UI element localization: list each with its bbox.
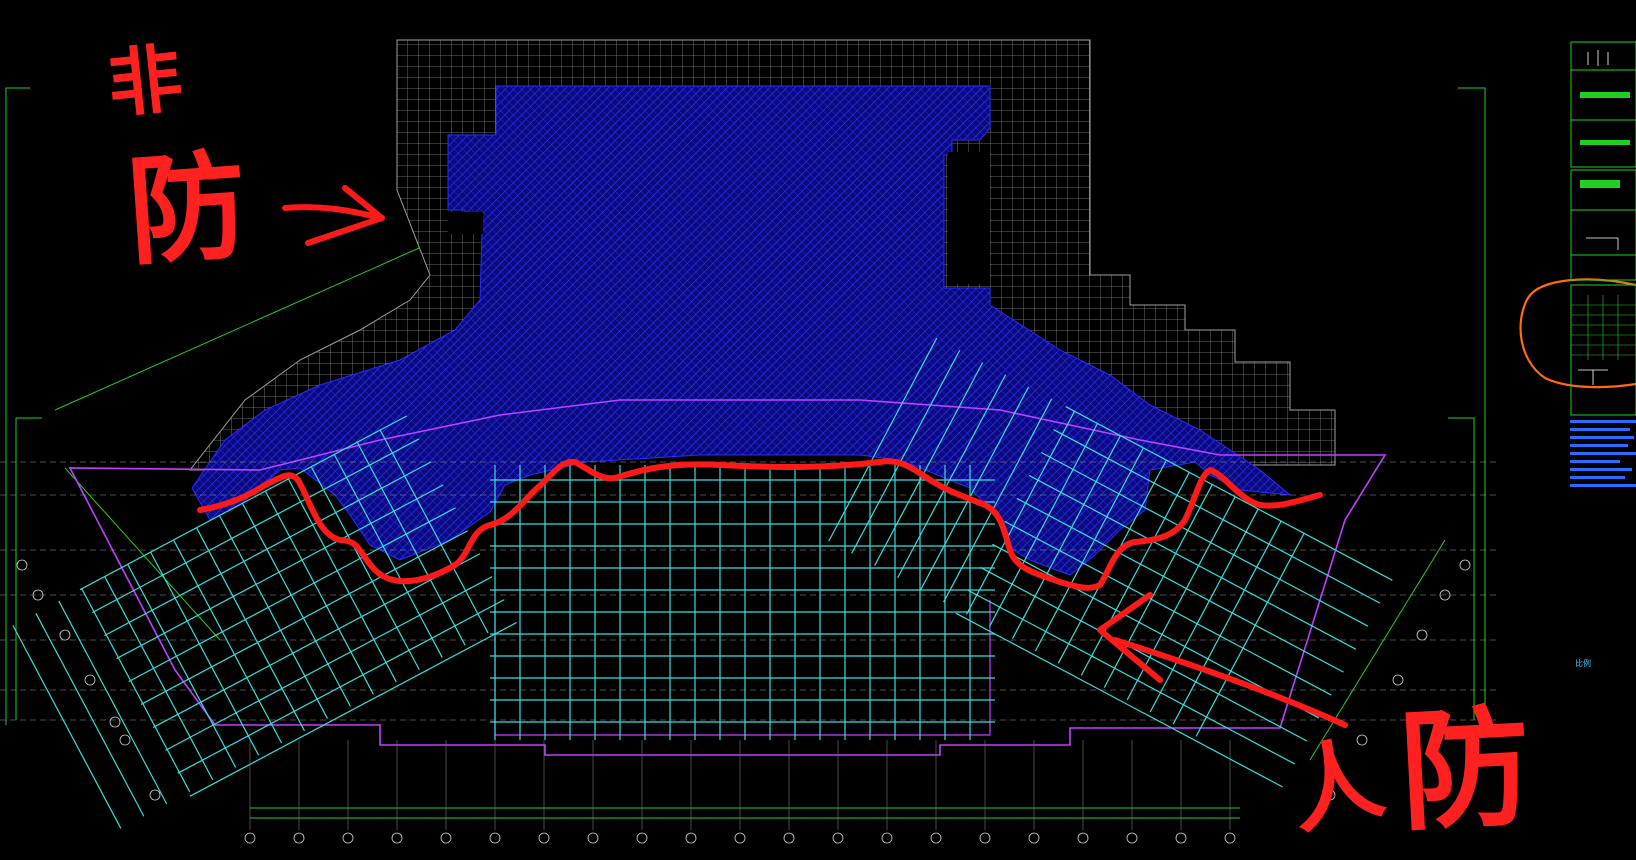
axis-bubble [1175, 832, 1187, 844]
grid-line [979, 566, 1308, 742]
axis-bubble [930, 832, 942, 844]
stair-void [948, 152, 990, 284]
grid-line [35, 612, 145, 817]
axis-bubble [489, 832, 501, 844]
axis-bubble [1392, 674, 1404, 686]
grid-line [12, 625, 122, 829]
axis-bubble [59, 629, 71, 641]
axis-bubble [440, 832, 452, 844]
axis-bubble [1077, 832, 1089, 844]
axis-bubble [119, 734, 131, 746]
axis-bubble [391, 832, 403, 844]
scale-note: 比例 [1575, 659, 1591, 668]
axis-bubble [832, 832, 844, 844]
grid-line [152, 553, 481, 728]
axis-bubble [1416, 629, 1428, 641]
axis-bubble [84, 674, 96, 686]
axis-bubble [538, 832, 550, 844]
axis-bubble [1324, 789, 1336, 801]
inner-outline [494, 600, 991, 736]
axis-bubble [734, 832, 746, 844]
stair-void [448, 212, 483, 234]
axis-bubble [342, 832, 354, 844]
grid-line [128, 507, 456, 683]
axis-bubble [1126, 832, 1138, 844]
hand-drawn-arrow-icon [1097, 592, 1348, 728]
cad-viewport[interactable]: 比例 非 防 人 防 [0, 0, 1636, 860]
axis-bubble [881, 832, 893, 844]
axis-bubble [244, 832, 256, 844]
grid-line [116, 484, 444, 660]
axis-bubble [16, 559, 28, 571]
legend-panel[interactable] [1568, 40, 1636, 510]
grid-line [140, 530, 468, 705]
axis-bubble [109, 716, 121, 728]
grid-line [967, 589, 1295, 765]
axis-bubble [1356, 734, 1368, 746]
axis-bubble [293, 832, 305, 844]
hand-drawn-arrow-icon [282, 185, 385, 246]
grid-line [1004, 520, 1332, 696]
axis-bubbles [16, 559, 1471, 844]
axis-bubble [783, 832, 795, 844]
grid-line [177, 599, 505, 774]
axis-bubble [685, 832, 697, 844]
grid-line [189, 622, 517, 797]
axis-bubble [1459, 559, 1471, 571]
axis-bubble [1028, 832, 1040, 844]
axis-bubble [149, 789, 161, 801]
floor-plan-drawing[interactable] [0, 0, 1636, 860]
axis-bubble [979, 832, 991, 844]
axis-bubble [1224, 832, 1236, 844]
axis-bubble [636, 832, 648, 844]
axis-bubble [587, 832, 599, 844]
